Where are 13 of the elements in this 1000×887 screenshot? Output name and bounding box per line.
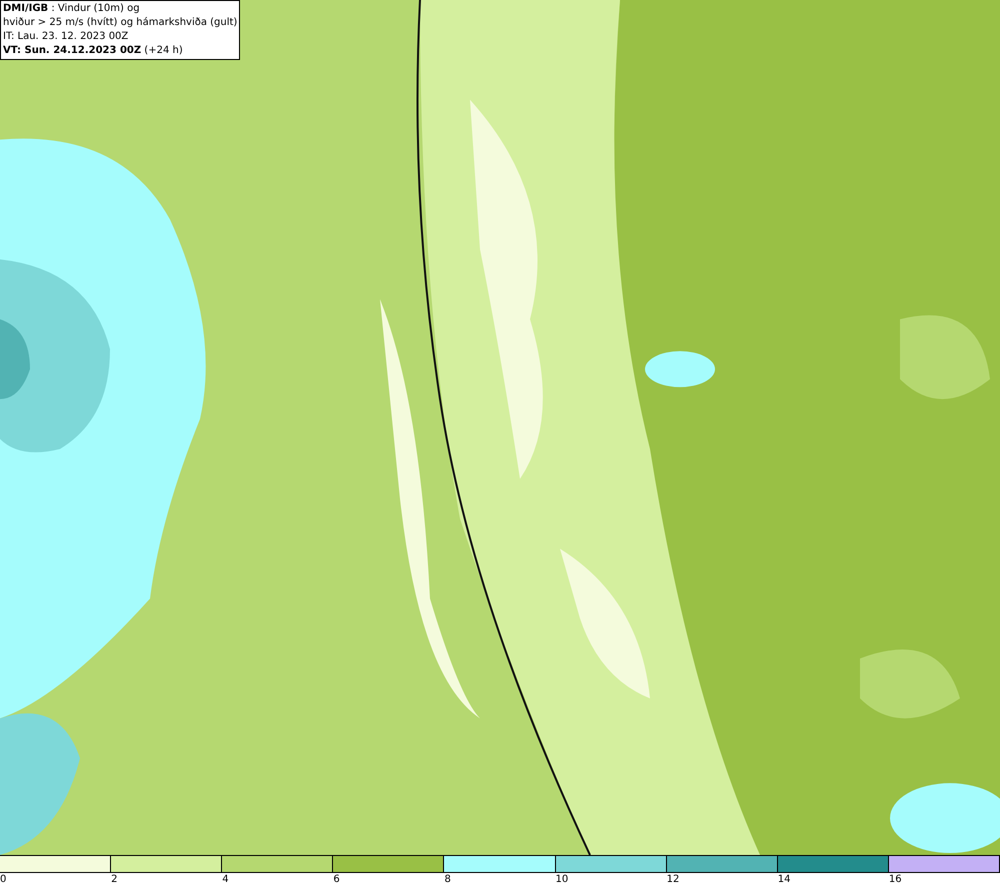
legend-label: 16 <box>888 873 902 886</box>
legend-label: 12 <box>666 873 680 886</box>
legend-label: 8 <box>444 873 451 886</box>
info-text: DMI/IGB : Vindur (10m) og <box>3 2 141 16</box>
legend-label: 6 <box>333 873 340 886</box>
info-text: IT: Lau. 23. 12. 2023 00Z <box>3 30 130 44</box>
legend-label: 2 <box>111 873 118 886</box>
legend-label: 4 <box>222 873 229 886</box>
legend-label: 10 <box>556 873 568 886</box>
info-text: hviður > 25 m/s (hvítt) og hámarkshviða (gult) <box>3 16 238 30</box>
legend-label: 0 <box>0 873 6 886</box>
legend-label: 14 <box>778 873 790 886</box>
info-text: VT: Sun. 24.12.2023 00Z (+24 h) <box>3 44 184 58</box>
